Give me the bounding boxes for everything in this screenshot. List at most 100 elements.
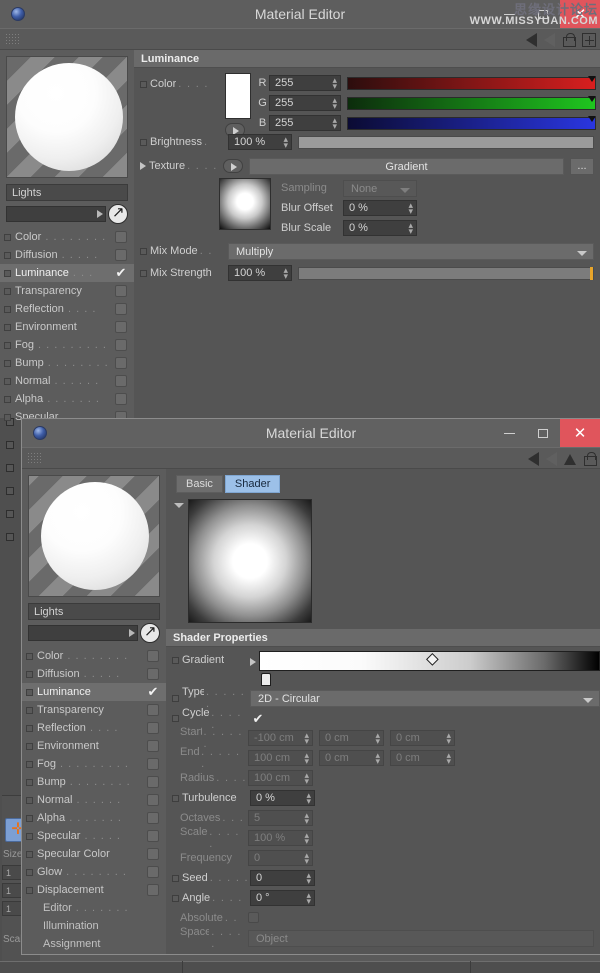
sidebar-item-editor[interactable]: Editor . . . . . . . [22, 899, 166, 917]
type-toggle-dot[interactable] [172, 695, 179, 702]
brightness-toggle-dot[interactable] [140, 139, 147, 146]
start-x-input[interactable]: -100 cm▴▾ [248, 730, 313, 746]
channel-toggle-dot[interactable] [26, 689, 33, 696]
texture-thumbnail[interactable] [219, 178, 271, 230]
channel-toggle-dot[interactable] [4, 378, 11, 385]
spinner-icon[interactable]: ▴▾ [375, 732, 380, 744]
cycle-toggle-dot[interactable] [172, 715, 179, 722]
channel-enable-checkbox[interactable] [115, 285, 127, 297]
material-name-field[interactable]: Lights [6, 184, 128, 201]
spinner-icon[interactable]: ▴▾ [304, 772, 309, 784]
channel-enable-checkbox[interactable] [147, 704, 159, 716]
gradient-bar[interactable] [259, 651, 600, 671]
channel-enable-checkbox[interactable] [147, 812, 159, 824]
r-slider-knob[interactable] [588, 76, 596, 82]
channel-enable-checkbox[interactable] [147, 884, 159, 896]
channel-enable-checkbox[interactable] [115, 231, 127, 243]
channel-toggle-dot[interactable] [26, 761, 33, 768]
channel-toggle-dot[interactable] [4, 396, 11, 403]
channel-item-diffusion[interactable]: Diffusion . . . . . [0, 246, 134, 264]
minimize-button[interactable] [492, 0, 526, 28]
spinner-icon[interactable]: ▴▾ [332, 117, 337, 129]
frequency-input[interactable]: 0▴▾ [248, 850, 313, 866]
end-x-input[interactable]: 100 cm▴▾ [248, 750, 313, 766]
channel-item-normal[interactable]: Normal . . . . . . [0, 372, 134, 390]
close-button[interactable]: ✕ [560, 419, 600, 447]
channel-item-transparency[interactable]: Transparency [0, 282, 134, 300]
channel-enable-checkbox[interactable] [147, 794, 159, 806]
b-slider[interactable] [347, 117, 596, 130]
cycle-checkbox[interactable]: ✔ [250, 711, 266, 727]
texture-browse-button[interactable]: ... [570, 158, 594, 175]
close-button[interactable]: ✕ [560, 0, 600, 28]
expand-triangle-icon[interactable] [250, 658, 256, 666]
channel-item-alpha[interactable]: Alpha . . . . . . . [0, 390, 134, 408]
spinner-icon[interactable]: ▴▾ [306, 872, 311, 884]
mix-strength-slider[interactable] [298, 267, 594, 280]
expand-triangle-icon[interactable] [140, 162, 146, 170]
channel-toggle-dot[interactable] [4, 324, 11, 331]
tab-shader[interactable]: Shader [225, 475, 280, 493]
material-preview[interactable] [28, 475, 160, 597]
spinner-icon[interactable]: ▴▾ [408, 202, 413, 214]
r-slider[interactable] [347, 77, 596, 90]
spinner-icon[interactable]: ▴▾ [446, 752, 451, 764]
plus-icon[interactable] [582, 33, 596, 47]
channel-item-environment[interactable]: Environment [0, 318, 134, 336]
gradient-handle[interactable] [261, 673, 271, 686]
channel-enable-checkbox[interactable] [147, 722, 159, 734]
r-input[interactable]: 255▴▾ [269, 75, 341, 91]
color-swatch[interactable] [225, 73, 251, 119]
channel-item-bump[interactable]: Bump . . . . . . . . [22, 773, 166, 791]
channel-toggle-dot[interactable] [4, 252, 11, 259]
channel-item-glow[interactable]: Glow . . . . . . . . [22, 863, 166, 881]
blur-scale-input[interactable]: 0 %▴▾ [343, 220, 417, 236]
scale-input[interactable]: 100 %▴▾ [248, 830, 313, 846]
start-z-input[interactable]: 0 cm▴▾ [390, 730, 455, 746]
channel-enable-checkbox[interactable] [147, 650, 159, 662]
spinner-icon[interactable]: ▴▾ [304, 752, 309, 764]
channel-toggle-dot[interactable] [26, 815, 33, 822]
absolute-checkbox[interactable] [248, 912, 259, 923]
drag-grip-icon[interactable] [5, 33, 21, 46]
start-y-input[interactable]: 0 cm▴▾ [319, 730, 384, 746]
texture-field[interactable]: Gradient [249, 158, 564, 175]
channel-toggle-dot[interactable] [26, 869, 33, 876]
spinner-icon[interactable]: ▴▾ [332, 77, 337, 89]
channel-enable-checkbox[interactable] [115, 375, 127, 387]
channel-item-luminance[interactable]: Luminance ✔ [22, 683, 166, 701]
bg-checkbox[interactable] [6, 487, 14, 495]
channel-toggle-dot[interactable] [26, 725, 33, 732]
angle-toggle-dot[interactable] [172, 895, 179, 902]
channel-item-alpha[interactable]: Alpha . . . . . . . [22, 809, 166, 827]
angle-input[interactable]: 0 °▴▾ [250, 890, 315, 906]
collapse-triangle-icon[interactable] [174, 503, 184, 508]
bg-checkbox[interactable] [6, 464, 14, 472]
end-z-input[interactable]: 0 cm▴▾ [390, 750, 455, 766]
g-slider-knob[interactable] [588, 96, 596, 102]
channel-item-bump[interactable]: Bump . . . . . . . . [0, 354, 134, 372]
g-input[interactable]: 255▴▾ [269, 95, 341, 111]
pick-cursor-icon[interactable] [140, 623, 160, 643]
lock-icon[interactable] [562, 33, 575, 47]
sidebar-item-illumination[interactable]: Illumination [22, 917, 166, 935]
channel-item-reflection[interactable]: Reflection . . . . [0, 300, 134, 318]
spinner-icon[interactable]: ▴▾ [408, 222, 413, 234]
color-toggle-dot[interactable] [140, 81, 147, 88]
channel-enable-checkbox[interactable] [115, 339, 127, 351]
slider-handle[interactable] [590, 267, 593, 280]
gradient-toggle-dot[interactable] [172, 657, 179, 664]
forward-arrow-icon[interactable] [544, 33, 555, 47]
back-arrow-icon[interactable] [526, 33, 537, 47]
turbulence-toggle-dot[interactable] [172, 795, 179, 802]
type-dropdown[interactable]: 2D - Circular [250, 690, 600, 707]
window1-title-bar[interactable]: Material Editor ✕ [0, 0, 600, 28]
channel-enable-checkbox[interactable] [115, 321, 127, 333]
channel-enable-checkbox[interactable] [115, 357, 127, 369]
spinner-icon[interactable]: ▴▾ [446, 732, 451, 744]
channel-item-normal[interactable]: Normal . . . . . . [22, 791, 166, 809]
channel-toggle-dot[interactable] [26, 779, 33, 786]
material-name-field[interactable]: Lights [28, 603, 160, 620]
bg-checkbox[interactable] [6, 441, 14, 449]
spinner-icon[interactable]: ▴▾ [375, 752, 380, 764]
